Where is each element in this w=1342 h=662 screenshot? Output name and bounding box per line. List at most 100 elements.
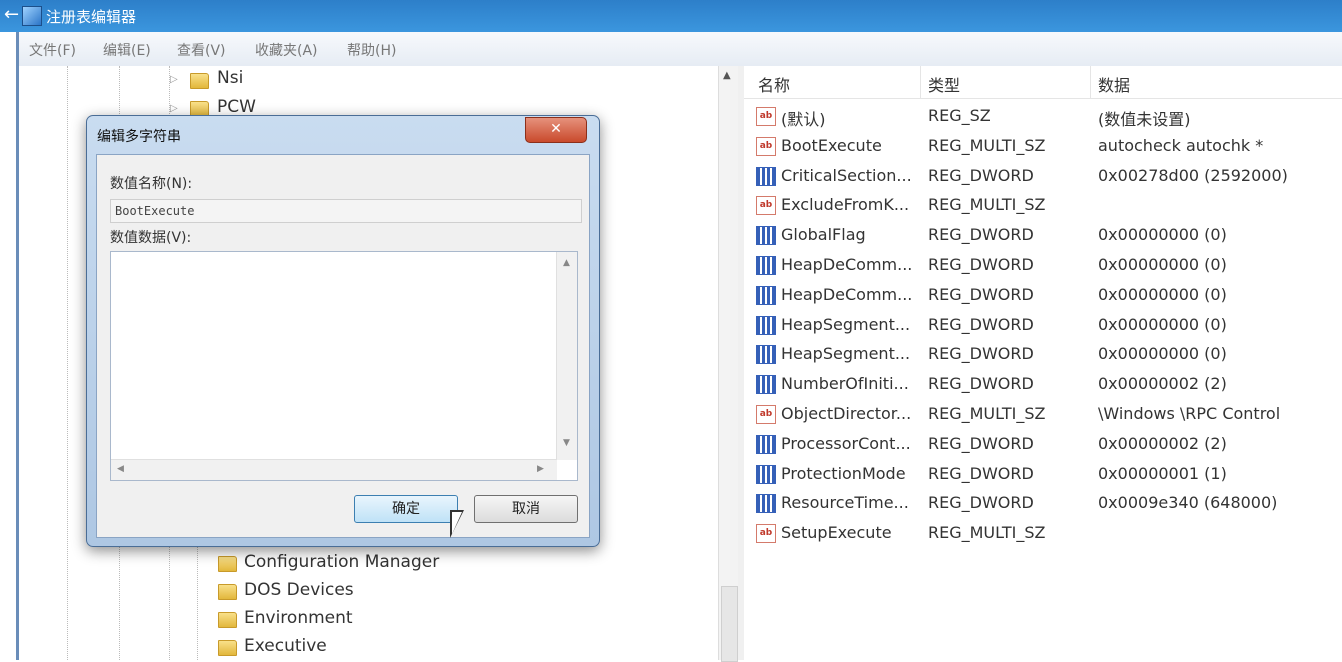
binary-value-icon (756, 464, 776, 484)
window-title: 注册表编辑器 (46, 8, 137, 26)
value-type: REG_MULTI_SZ (928, 135, 1046, 155)
close-icon: ✕ (550, 121, 562, 137)
folder-icon (218, 556, 237, 572)
value-name: ObjectDirector... (781, 404, 912, 423)
binary-value-icon (756, 285, 776, 305)
value-data: autocheck autochk * (1098, 135, 1264, 155)
expand-arrow-icon[interactable]: ▷ (170, 74, 178, 85)
value-type: REG_DWORD (928, 225, 1034, 245)
value-row[interactable]: ResourceTime... REG_DWORD 0x0009e340 (6480… (744, 489, 1342, 519)
scroll-right-arrow-icon[interactable]: ▶ (537, 464, 544, 474)
menu-view[interactable]: 查看(V) (177, 40, 226, 60)
value-data: 0x00000000 (0) (1098, 314, 1227, 334)
value-name: ProcessorCont... (781, 433, 911, 453)
scroll-up-arrow-icon[interactable]: ▲ (723, 70, 731, 81)
value-row[interactable]: ab (默认) REG_SZ (数值未设置) (744, 102, 1342, 132)
value-type: REG_DWORD (928, 493, 1034, 513)
value-data-textarea[interactable]: ▲ ▼ ◀ ▶ (110, 251, 578, 481)
value-type: REG_DWORD (928, 284, 1034, 304)
tree-item-nsi[interactable]: Nsi (217, 68, 243, 88)
menu-bar: 文件(F) 编辑(E) 查看(V) 收藏夹(A) 帮助(H) (16, 32, 1342, 67)
scroll-left-arrow-icon[interactable]: ◀ (117, 464, 124, 474)
value-name: BootExecute (781, 135, 882, 155)
tree-item-environment[interactable]: Environment (244, 608, 353, 628)
scroll-thumb[interactable] (721, 586, 738, 662)
menu-favorites[interactable]: 收藏夹(A) (255, 40, 318, 60)
column-divider[interactable] (1090, 66, 1091, 98)
value-name-field: BootExecute (110, 199, 582, 223)
value-list-pane: 名称 类型 数据 ab (默认) REG_SZ (数值未设置)ab BootExecut… (744, 66, 1342, 660)
back-arrow-icon[interactable]: ← (4, 4, 19, 25)
value-row[interactable]: HeapDeComm... REG_DWORD 0x00000000 (0) (744, 251, 1342, 281)
scroll-down-arrow-icon[interactable]: ▼ (563, 438, 570, 448)
tree-item-dos-devices[interactable]: DOS Devices (244, 580, 354, 600)
cancel-button[interactable]: 取消 (474, 495, 578, 523)
value-data: \Windows \RPC Control (1098, 404, 1281, 423)
value-row[interactable]: GlobalFlag REG_DWORD 0x00000000 (0) (744, 221, 1342, 251)
menu-file[interactable]: 文件(F) (29, 40, 76, 60)
tree-item-executive[interactable]: Executive (244, 636, 327, 656)
value-type: REG_DWORD (928, 314, 1034, 334)
edit-multi-string-dialog: 编辑多字符串 ✕ 数值名称(N): BootExecute 数值数据(V): ▲… (86, 115, 600, 547)
value-data: 0x00000002 (2) (1098, 433, 1227, 453)
textarea-vertical-scrollbar[interactable]: ▲ ▼ (556, 252, 577, 460)
mouse-cursor-fill (452, 512, 462, 534)
column-name-header[interactable]: 名称 (758, 72, 790, 96)
value-row[interactable]: NumberOfIniti... REG_DWORD 0x00000002 (2) (744, 370, 1342, 400)
value-type: REG_DWORD (928, 344, 1034, 364)
value-data: 0x0009e340 (648000) (1098, 493, 1278, 513)
value-row[interactable]: ProtectionMode REG_DWORD 0x00000001 (1) (744, 460, 1342, 490)
ok-button[interactable]: 确定 (354, 495, 458, 523)
value-type: REG_SZ (928, 106, 991, 125)
value-row[interactable]: CriticalSection... REG_DWORD 0x00278d00 (2… (744, 162, 1342, 192)
title-bar: ← 注册表编辑器 (0, 0, 1342, 32)
folder-icon (218, 612, 237, 628)
value-type: REG_DWORD (928, 463, 1034, 483)
value-row[interactable]: HeapSegment... REG_DWORD 0x00000000 (0) (744, 311, 1342, 341)
value-row[interactable]: ab BootExecute REG_MULTI_SZ autocheck autoc… (744, 132, 1342, 162)
value-data-label: 数值数据(V): (110, 230, 192, 246)
value-name: GlobalFlag (781, 225, 866, 245)
value-name: ProtectionMode (781, 463, 906, 483)
close-button[interactable]: ✕ (525, 117, 587, 143)
folder-icon (218, 584, 237, 600)
value-name: HeapSegment... (781, 314, 911, 334)
value-row[interactable]: HeapDeComm... REG_DWORD 0x00000000 (0) (744, 281, 1342, 311)
value-name: HeapDeComm... (781, 255, 913, 274)
value-data: 0x00000000 (0) (1098, 284, 1227, 304)
string-value-icon: ab (756, 405, 776, 424)
value-data: 0x00278d00 (2592000) (1098, 165, 1288, 185)
scroll-up-arrow-icon[interactable]: ▲ (563, 258, 570, 268)
value-type: REG_DWORD (928, 374, 1034, 394)
tree-item-configuration-manager[interactable]: Configuration Manager (244, 552, 439, 572)
value-type: REG_DWORD (928, 255, 1034, 274)
column-type-header[interactable]: 类型 (928, 72, 960, 96)
binary-value-icon (756, 315, 776, 335)
folder-icon (190, 73, 209, 89)
value-type: REG_MULTI_SZ (928, 523, 1046, 543)
value-data: 0x00000000 (0) (1098, 255, 1227, 274)
value-type: REG_DWORD (928, 165, 1034, 185)
binary-value-icon (756, 256, 776, 275)
expand-arrow-icon[interactable]: ▷ (170, 103, 178, 114)
value-row[interactable]: HeapSegment... REG_DWORD 0x00000000 (0) (744, 340, 1342, 370)
column-data-header[interactable]: 数据 (1098, 72, 1130, 96)
textarea-horizontal-scrollbar[interactable]: ◀ ▶ (111, 459, 557, 480)
value-row[interactable]: ProcessorCont... REG_DWORD 0x00000002 (2) (744, 430, 1342, 460)
value-name: HeapSegment... (781, 344, 911, 364)
regedit-app-icon (22, 6, 42, 26)
value-row[interactable]: ab ObjectDirector... REG_MULTI_SZ \Windows … (744, 400, 1342, 430)
folder-icon (218, 640, 237, 656)
tree-guide-line (67, 66, 68, 660)
string-value-icon: ab (756, 524, 776, 544)
tree-vertical-scrollbar[interactable]: ▲ (718, 66, 739, 662)
value-row[interactable]: ab SetupExecute REG_MULTI_SZ (744, 519, 1342, 549)
value-row[interactable]: ab ExcludeFromK... REG_MULTI_SZ (744, 191, 1342, 221)
tree-item-pcw[interactable]: PCW (217, 97, 256, 117)
menu-help[interactable]: 帮助(H) (347, 40, 396, 60)
column-divider[interactable] (920, 66, 921, 98)
menu-edit[interactable]: 编辑(E) (103, 40, 151, 60)
value-name: NumberOfIniti... (781, 374, 909, 394)
value-name: SetupExecute (781, 523, 892, 543)
value-name: ExcludeFromK... (781, 195, 910, 215)
